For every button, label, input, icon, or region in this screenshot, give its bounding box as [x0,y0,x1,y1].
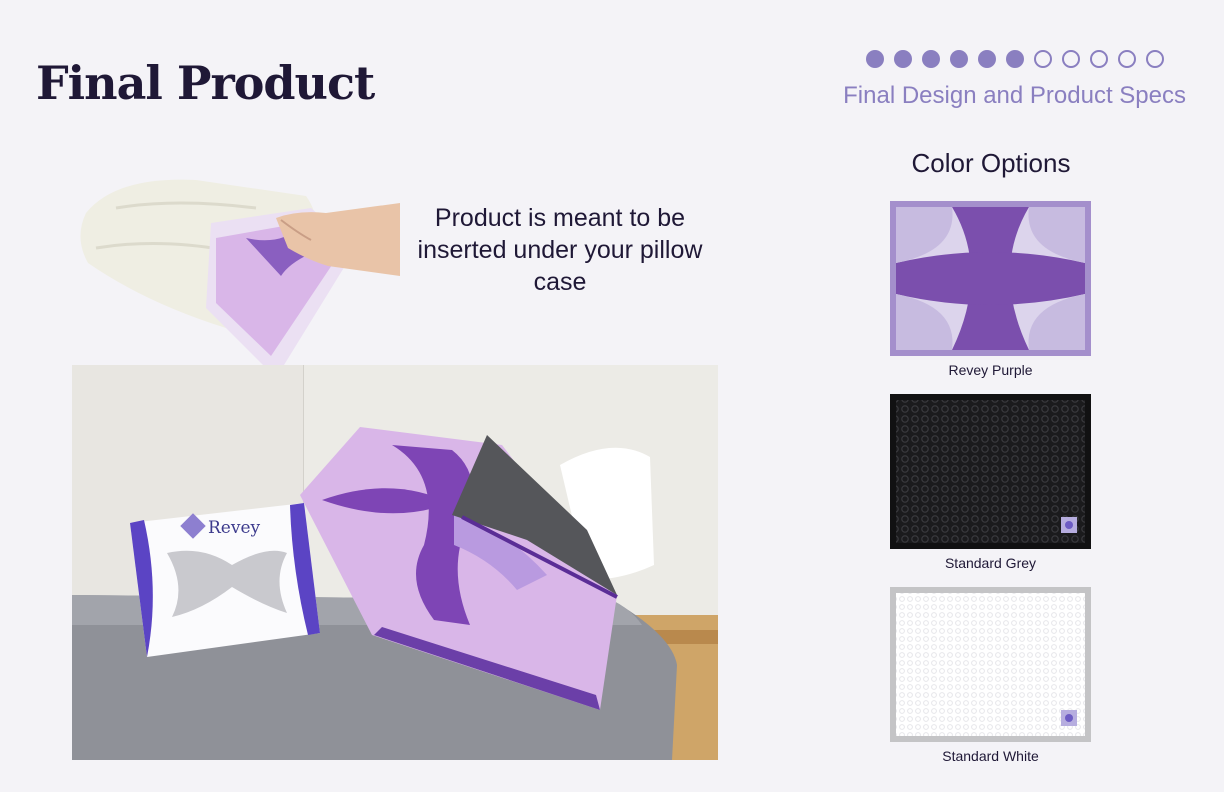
progress-dot-filled [950,50,968,68]
page-title: Final Product [36,56,375,110]
progress-dot-filled [894,50,912,68]
progress-dot-empty [1118,50,1136,68]
product-on-bed-photo: Revey [72,365,718,760]
usage-caption: Product is meant to be inserted under yo… [417,204,703,296]
progress-dot-filled [922,50,940,68]
progress-dot-empty [1090,50,1108,68]
swatch-revey-purple[interactable] [890,201,1091,356]
swatch-label: Revey Purple [948,362,1033,378]
swatch-standard-white[interactable] [890,587,1091,742]
pillow-insert-photo [76,178,400,378]
progress-dot-empty [1062,50,1080,68]
section-subtitle: Final Design and Product Specs [843,82,1186,109]
box-brand-logo-text: Revey [208,518,261,538]
progress-dot-filled [866,50,884,68]
swatch-label: Standard Grey [944,555,1037,571]
progress-dot-empty [1146,50,1164,68]
progress-dot-filled [978,50,996,68]
progress-dot-empty [1034,50,1052,68]
progress-dot-filled [1006,50,1024,68]
slide-progress-indicator [866,50,1164,68]
swatch-standard-grey[interactable] [890,394,1091,549]
color-options-title: Color Options [911,148,1071,178]
swatch-label: Standard White [942,748,1039,764]
